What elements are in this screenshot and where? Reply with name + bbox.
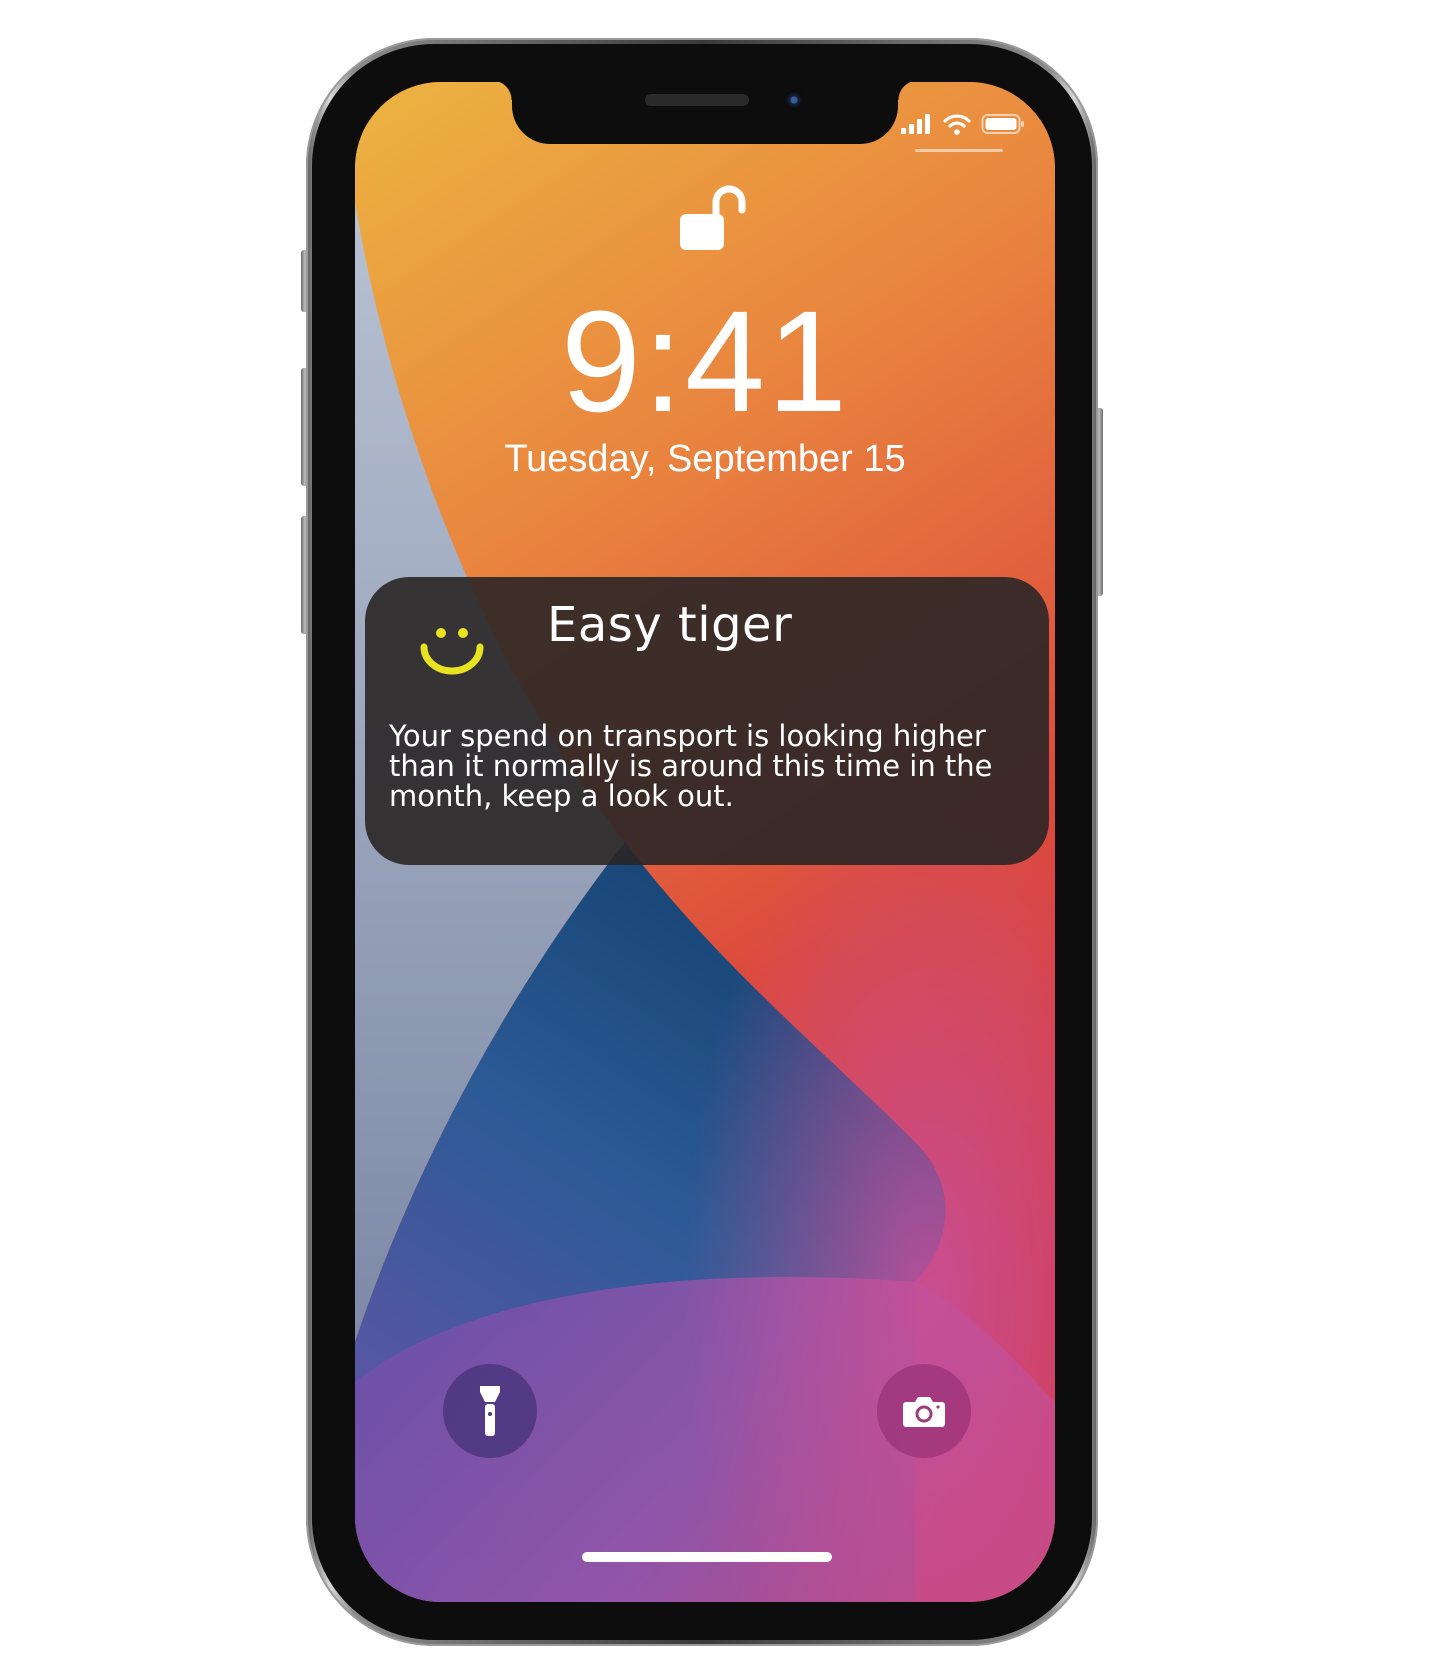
control-center-grabber[interactable] [915,149,1003,152]
lock-screen-date: Tuesday, September 15 [504,438,906,480]
notification-body: Your spend on transport is looking highe… [389,719,993,813]
status-bar [901,112,1025,136]
notch [492,82,918,144]
camera-button[interactable] [877,1364,971,1458]
home-indicator[interactable] [582,1552,832,1562]
battery-icon [981,114,1024,134]
notification-title: Easy tiger [547,597,793,653]
smiley-icon [420,628,484,675]
camera-icon [903,1397,945,1427]
flashlight-button[interactable] [443,1364,537,1458]
signal-bars-icon [901,114,930,134]
front-camera [784,90,804,110]
speaker-grille [645,94,749,106]
lock-screen-time: 9:41 [560,281,850,442]
notification-card[interactable]: Easy tiger Your spend on transport is lo… [365,577,1049,865]
unlocked-padlock-icon [680,185,746,250]
lock-screen: 9:41 Tuesday, September 15 Easy tiger Yo… [355,82,1055,1602]
flashlight-icon [480,1386,500,1436]
wifi-icon [943,114,971,135]
